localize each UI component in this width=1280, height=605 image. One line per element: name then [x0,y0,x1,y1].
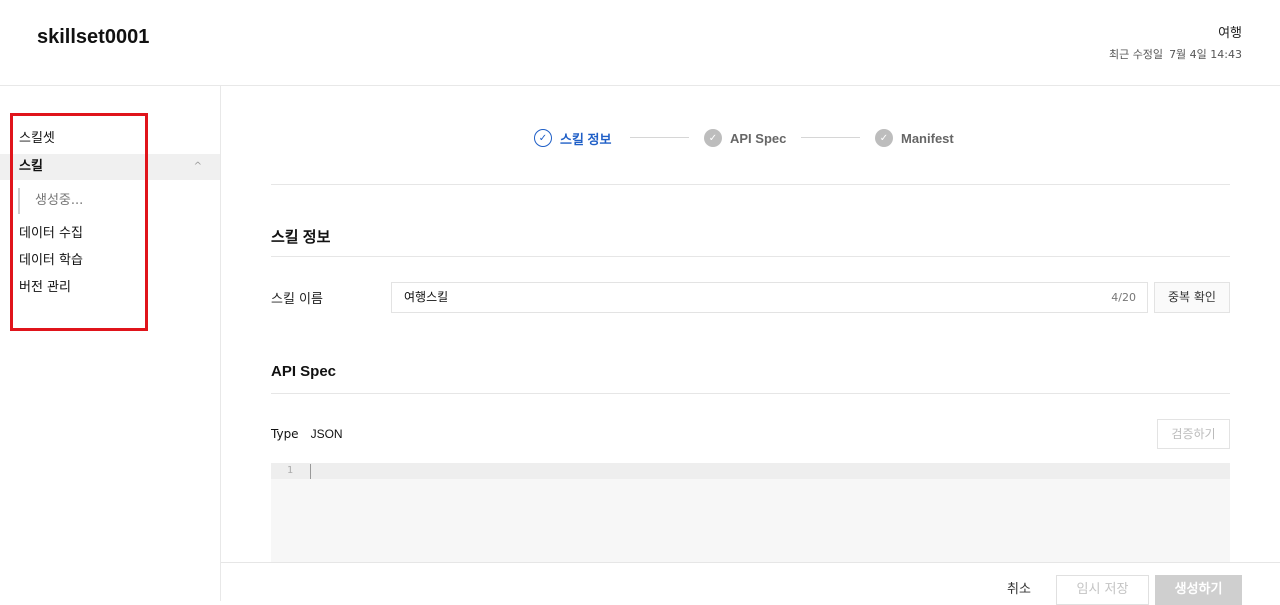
type-label: Type [271,427,299,441]
skill-name-label: 스킬 이름 [271,292,323,307]
section-title-skill-info: 스킬 정보 [271,229,331,246]
page-title: skillset0001 [37,26,150,48]
last-modified-label: 최근 수정일 [1108,48,1164,61]
page-header: skillset0001 여행 최근 수정일 7월 4일 14:43 [0,0,1280,86]
step-label: Manifest [901,130,954,146]
check-circle-icon: ✓ [534,129,552,147]
char-count: 4/20 [1111,291,1136,304]
highlight-box [10,113,148,331]
step-label: API Spec [730,130,787,146]
step-skill-info[interactable]: ✓ 스킬 정보 [534,128,611,148]
duplicate-check-button[interactable]: 중복 확인 [1154,282,1230,313]
project-name: 여행 [1218,26,1242,41]
divider [271,256,1230,257]
step-connector [630,137,689,138]
line-number: 1 [287,465,294,476]
check-icon: ✓ [875,129,893,147]
type-value[interactable]: JSON [311,427,343,441]
step-label: 스킬 정보 [560,131,612,147]
chevron-up-icon[interactable]: ^ [194,154,202,180]
validate-button[interactable]: 검증하기 [1157,419,1230,449]
code-editor[interactable]: 1 [271,463,1230,562]
footer-bar: 취소 임시 저장 생성하기 [221,562,1280,605]
divider [271,184,1230,185]
text-cursor [310,464,311,479]
cancel-button[interactable]: 취소 [1007,578,1031,597]
step-api-spec[interactable]: ✓ API Spec [704,128,786,148]
step-connector [801,137,860,138]
step-manifest[interactable]: ✓ Manifest [875,128,954,148]
sidebar: 스킬셋 스킬 ^ 생성중... 데이터 수집 데이터 학습 버전 관리 [0,86,221,601]
type-row: Type JSON [271,427,343,441]
section-title-api-spec: API Spec [271,363,337,380]
last-modified-value: 7월 4일 14:43 [1169,48,1242,61]
skill-name-input[interactable]: 여행스킬 4/20 [391,282,1148,313]
skill-name-value: 여행스킬 [404,290,449,304]
last-modified: 최근 수정일 7월 4일 14:43 [1109,46,1242,62]
divider [271,393,1230,394]
active-line [271,463,1230,479]
check-icon: ✓ [704,129,722,147]
